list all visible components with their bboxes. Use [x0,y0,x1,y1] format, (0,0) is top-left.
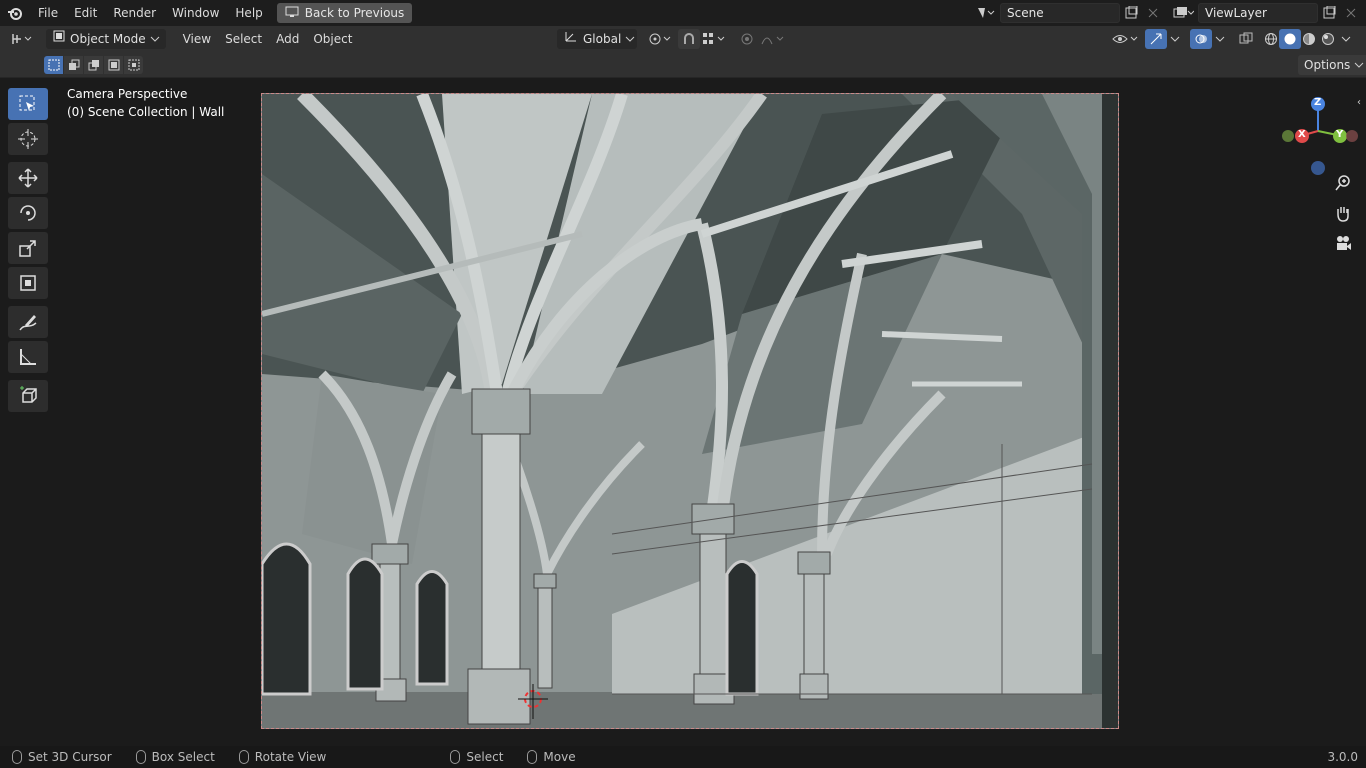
gizmo-z-label: Z [1314,97,1322,108]
add-cube-tool-icon[interactable] [8,380,48,412]
pivot-point-icon[interactable] [645,29,675,49]
rotate-tool-icon[interactable] [8,197,48,229]
status-rotate-view: Rotate View [238,750,327,764]
view-layer-selector[interactable]: ViewLayer [1168,3,1362,23]
zoom-icon[interactable] [1331,171,1355,195]
close-view-layer-icon[interactable] [1340,3,1362,23]
3d-viewport[interactable]: Camera Perspective (0) Scene Collection … [0,78,1366,746]
status-select: Select [450,750,503,764]
overlays-toggle-icon[interactable] [1190,29,1212,49]
menu-help[interactable]: Help [227,2,270,24]
status-box-select-label: Box Select [151,750,215,764]
falloff-icon[interactable] [760,29,788,49]
camera-view-icon[interactable] [1331,231,1355,255]
mouse-drag-icon [135,750,146,764]
sidebar-toggle-icon[interactable]: ‹ [1352,90,1366,114]
new-view-layer-icon[interactable] [1318,3,1340,23]
status-move-label: Move [543,750,576,764]
select-new-icon[interactable] [44,56,63,74]
shading-dropdown-icon[interactable] [1338,29,1354,49]
visibility-icon[interactable] [1110,29,1140,49]
editor-type-icon[interactable] [6,29,40,49]
gizmo-y-label: Y [1336,129,1344,140]
view-layer-icon[interactable] [1168,3,1198,23]
menu-view[interactable]: View [176,29,218,49]
object-mode-icon [52,29,66,49]
status-bar: Set 3D Cursor Box Select Rotate View Sel… [0,746,1366,768]
status-set-cursor-label: Set 3D Cursor [28,750,112,764]
chevron-down-icon [1354,55,1364,75]
tool-shelf [8,88,48,415]
pan-hand-icon[interactable] [1331,201,1355,225]
overlays-dropdown-icon[interactable] [1212,29,1228,49]
new-scene-icon[interactable] [1120,3,1142,23]
measure-tool-icon[interactable] [8,341,48,373]
annotate-tool-icon[interactable] [8,306,48,338]
menu-select[interactable]: Select [218,29,269,49]
menu-file[interactable]: File [30,2,66,24]
camera-frame [261,93,1119,729]
snap-target-icon[interactable] [700,29,730,49]
mouse-drag-icon [527,750,538,764]
selection-mode-group [44,56,143,74]
status-box-select: Box Select [135,750,215,764]
snap-toggle-icon[interactable] [678,29,700,49]
back-to-previous-label: Back to Previous [304,6,405,20]
menu-render[interactable]: Render [105,2,164,24]
move-tool-icon[interactable] [8,162,48,194]
menu-window[interactable]: Window [164,2,227,24]
close-scene-icon[interactable] [1142,3,1164,23]
blender-logo-icon[interactable] [0,6,30,20]
menu-edit[interactable]: Edit [66,2,105,24]
view-layer-name-field[interactable]: ViewLayer [1198,3,1318,23]
menu-add[interactable]: Add [269,29,306,49]
gizmo-dropdown-icon[interactable] [1167,29,1183,49]
options-dropdown[interactable]: Options [1298,55,1366,75]
viewport-header: Object Mode View Select Add Object Globa… [0,26,1366,52]
select-invert-icon[interactable] [104,56,123,74]
back-to-previous-button[interactable]: Back to Previous [276,3,413,23]
top-bar: File Edit Render Window Help Back to Pre… [0,0,1366,26]
scene-selector[interactable]: Scene [970,3,1164,23]
gizmo-x-label: X [1298,129,1306,140]
status-set-cursor: Set 3D Cursor [12,750,112,764]
viewport-collection-label: (0) Scene Collection | Wall [67,105,225,119]
chevron-down-icon [625,29,635,49]
rendered-shading-icon[interactable] [1317,29,1339,49]
cursor-tool-icon[interactable] [8,123,48,155]
chevron-down-icon [150,29,160,49]
scene-render [262,94,1118,728]
navigation-gizmo[interactable]: Z X Y [1278,86,1358,176]
orientation-label: Global [583,32,622,46]
status-move: Move [527,750,576,764]
mouse-left-icon [450,750,461,764]
object-mode-label: Object Mode [70,32,146,46]
scene-name-field[interactable]: Scene [1000,3,1120,23]
select-intersect-icon[interactable] [124,56,143,74]
transform-tool-icon[interactable] [8,267,48,299]
mouse-left-icon [12,750,22,764]
xray-toggle-icon[interactable] [1235,29,1257,49]
proportional-edit-icon[interactable] [736,29,758,49]
viewport-perspective-label: Camera Perspective [67,87,188,101]
menu-object[interactable]: Object [306,29,359,49]
select-extend-icon[interactable] [64,56,83,74]
gizmo-toggle-icon[interactable] [1145,29,1167,49]
tool-settings-bar: Options [0,52,1366,78]
scale-tool-icon[interactable] [8,232,48,264]
object-mode-dropdown[interactable]: Object Mode [46,29,166,49]
status-select-label: Select [466,750,504,764]
select-subtract-icon[interactable] [84,56,103,74]
select-box-tool-icon[interactable] [8,88,48,120]
transform-orientation-dropdown[interactable]: Global [557,29,637,49]
screen-icon [285,6,299,21]
status-rotate-view-label: Rotate View [254,750,327,764]
orientation-icon [563,29,579,49]
scene-icon[interactable] [970,3,1000,23]
version-label: 3.0.0 [1327,750,1358,764]
options-label: Options [1304,58,1351,72]
mouse-middle-icon [238,750,249,764]
